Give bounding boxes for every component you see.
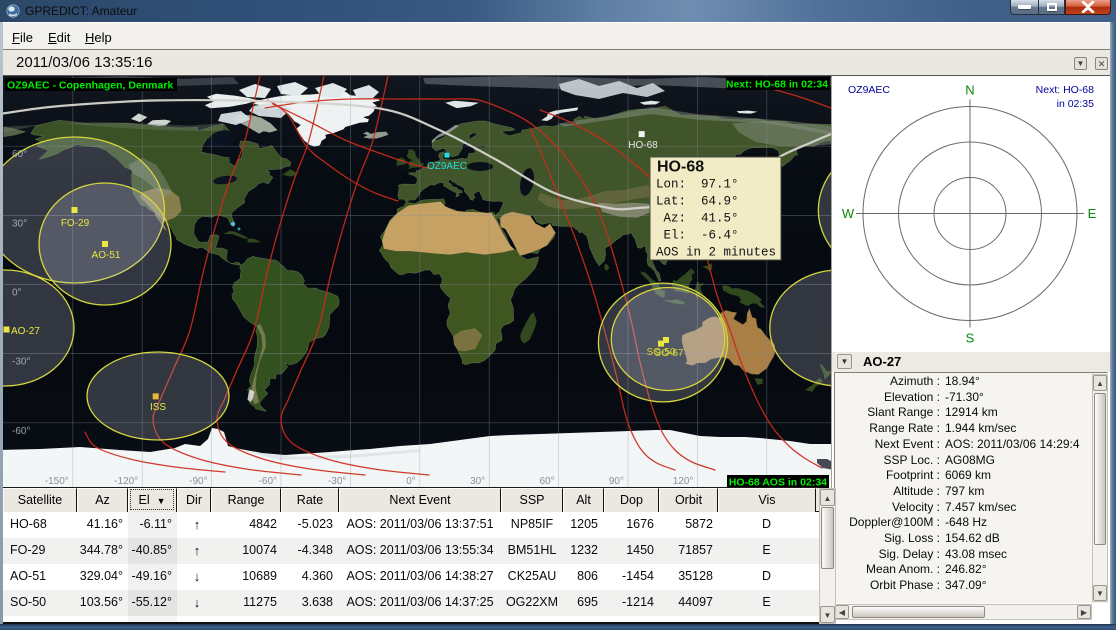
svg-text:Next: HO-68: Next: HO-68	[1036, 84, 1095, 96]
svg-text:SO-67: SO-67	[655, 348, 684, 359]
svg-text:0°: 0°	[406, 476, 416, 487]
svg-text:in 02:35: in 02:35	[1057, 98, 1095, 110]
svg-text:-60°: -60°	[259, 476, 277, 487]
svg-text:-30°: -30°	[328, 476, 346, 487]
svg-text:90°: 90°	[609, 476, 624, 487]
svg-text:30°: 30°	[470, 476, 485, 487]
svg-text:-60°: -60°	[12, 426, 30, 437]
svg-text:Next: HO-68 in 02:34: Next: HO-68 in 02:34	[726, 79, 828, 91]
svg-text:60°: 60°	[539, 476, 554, 487]
svg-text:Lon: 97.1°: Lon: 97.1°	[656, 177, 739, 191]
svg-text:120°: 120°	[673, 476, 694, 487]
svg-text:AO-27: AO-27	[11, 326, 40, 337]
svg-text:-30°: -30°	[12, 357, 30, 368]
svg-text:HO-68: HO-68	[628, 140, 658, 151]
svg-text:W: W	[842, 206, 855, 221]
svg-text:E: E	[1088, 206, 1097, 221]
svg-text:AO-51: AO-51	[92, 250, 121, 261]
svg-text:S: S	[966, 331, 975, 346]
svg-text:-90°: -90°	[189, 476, 207, 487]
svg-text:30°: 30°	[12, 218, 27, 229]
svg-text:OZ9AEC: OZ9AEC	[848, 84, 890, 96]
svg-text:FO-29: FO-29	[61, 218, 90, 229]
svg-text:60°: 60°	[12, 149, 27, 160]
svg-text:HO-68: HO-68	[657, 159, 704, 176]
svg-text:OZ9AEC - Copenhagen, Denmark: OZ9AEC - Copenhagen, Denmark	[7, 80, 173, 92]
svg-text:Lat: 64.9°: Lat: 64.9°	[656, 194, 739, 208]
svg-text:El: -6.4°: El: -6.4°	[656, 229, 739, 243]
svg-text:N: N	[965, 83, 974, 98]
svg-text:Az: 41.5°: Az: 41.5°	[656, 212, 739, 226]
svg-text:-120°: -120°	[114, 476, 138, 487]
svg-text:AOS in 2 minutes: AOS in 2 minutes	[656, 246, 776, 260]
svg-text:0°: 0°	[12, 288, 22, 299]
svg-text:OZ9AEC: OZ9AEC	[427, 161, 467, 172]
svg-text:-150°: -150°	[45, 476, 69, 487]
svg-text:ISS: ISS	[150, 402, 166, 413]
